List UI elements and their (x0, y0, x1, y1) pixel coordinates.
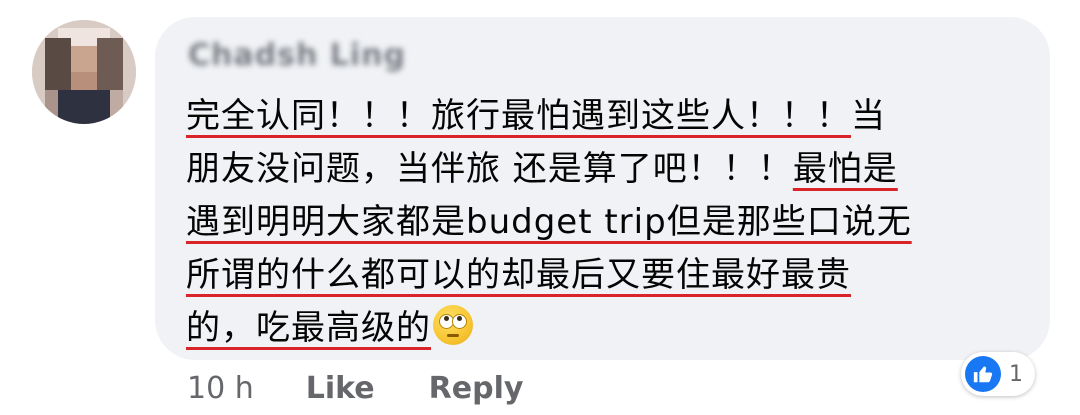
comment-text: 完全认同！！！旅行最怕遇到这些人！！！当 朋友没问题，当伴旅 还是算了吧！！！最怕… (186, 90, 1006, 355)
reaction-badge[interactable]: 1 (961, 352, 1035, 396)
comment-line: 完全认同！！！旅行最怕遇到这些人！！！当 (186, 90, 1006, 143)
underlined-text: 完全认同！！！旅行最怕遇到这些人！！！ (186, 96, 851, 136)
underlined-text: 最怕是 (792, 149, 898, 189)
reply-button[interactable]: Reply (429, 371, 524, 406)
reaction-count: 1 (1009, 361, 1023, 387)
author-name[interactable]: Chadsh Ling (188, 38, 406, 73)
face-with-rolling-eyes-emoji (433, 305, 473, 345)
comment-actions: 10 h Like Reply (187, 366, 523, 410)
underlined-text: 所谓的什么都可以的却最后又要住最好最贵 (186, 255, 851, 295)
timestamp[interactable]: 10 h (187, 371, 254, 406)
comment-line: 朋友没问题，当伴旅 还是算了吧！！！最怕是 (186, 143, 1006, 196)
comment-line: 所谓的什么都可以的却最后又要住最好最贵 (186, 249, 1006, 302)
thumbs-up-icon (965, 356, 1001, 392)
like-button[interactable]: Like (306, 371, 375, 406)
avatar[interactable] (32, 20, 136, 124)
comment-text-segment: 朋友没问题，当伴旅 还是算了吧！！！ (186, 149, 793, 189)
comment-line: 遇到明明大家都是budget trip但是那些口说无 (186, 196, 1006, 249)
comment-line: 的，吃最高级的 (186, 302, 1006, 355)
comment-screenshot: Chadsh Ling 完全认同！！！旅行最怕遇到这些人！！！当 朋友没问题，当伴… (0, 0, 1080, 415)
underlined-text: 的，吃最高级的 (186, 308, 431, 348)
underlined-text: 遇到明明大家都是budget trip但是那些口说无 (186, 202, 912, 242)
comment-text-segment: 当 (851, 96, 886, 136)
